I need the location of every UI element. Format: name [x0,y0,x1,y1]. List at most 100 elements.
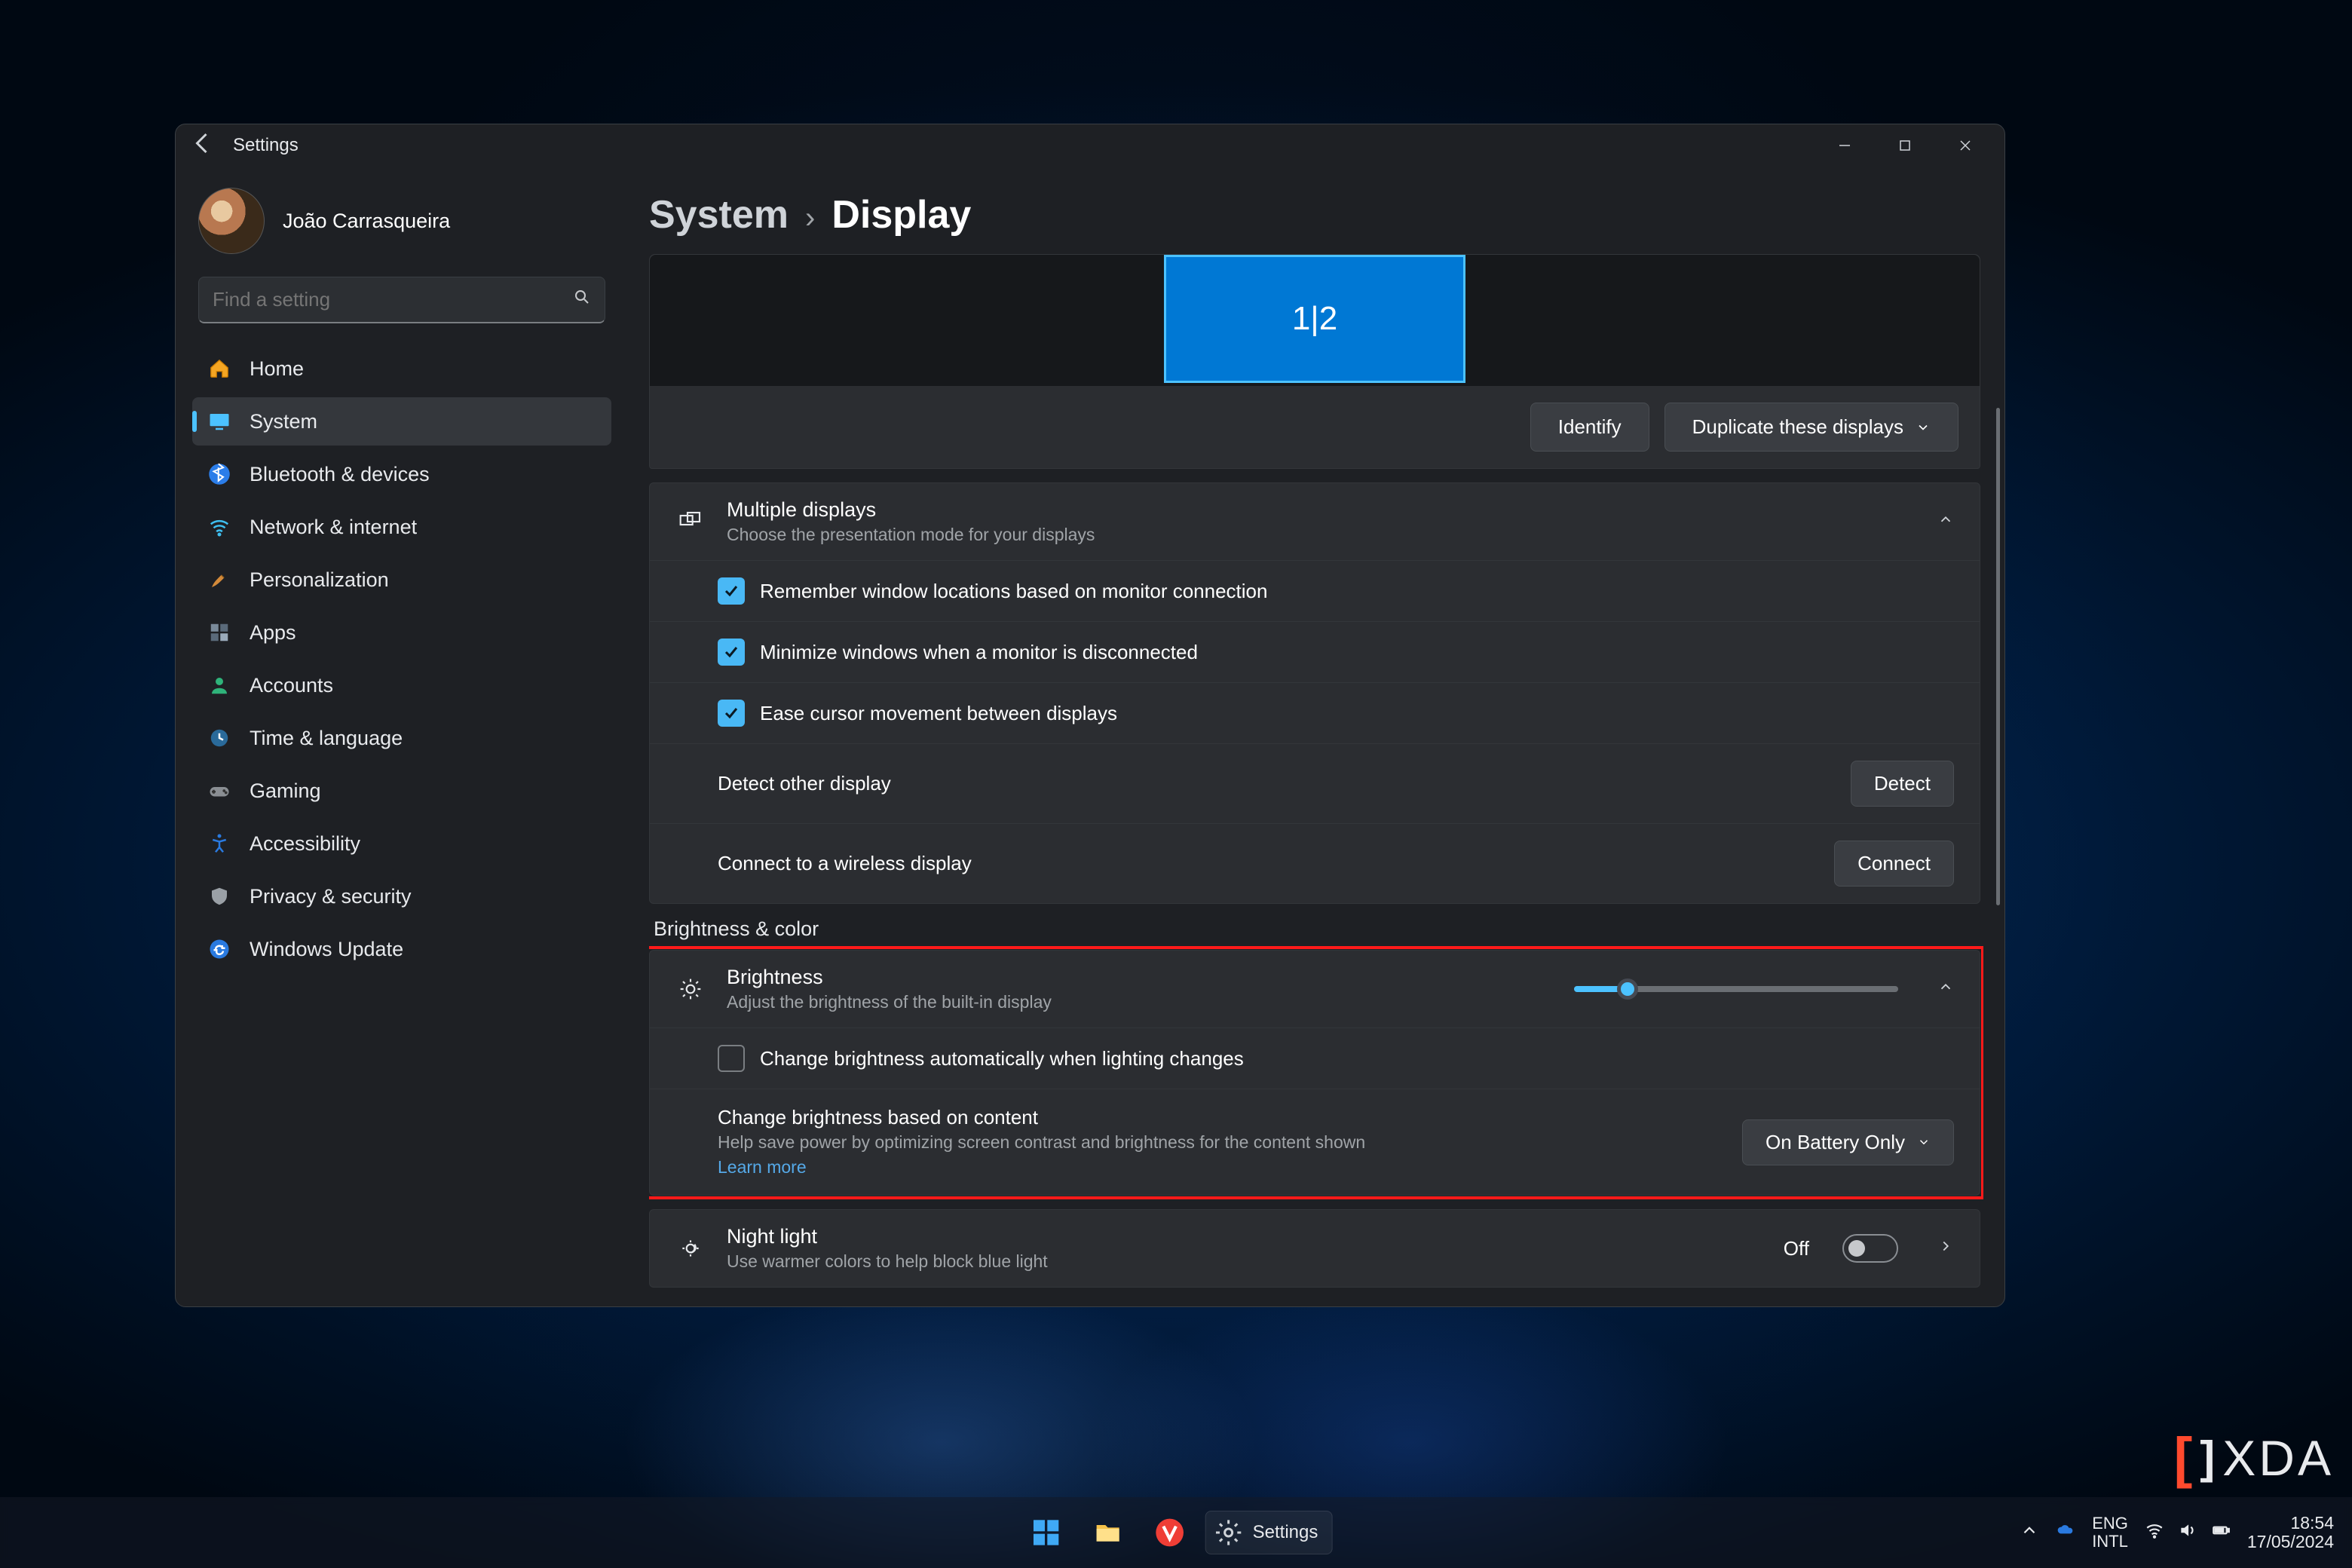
scrollbar-thumb[interactable] [1996,408,2000,905]
monitor-tile[interactable]: 1|2 [1164,255,1465,383]
accessibility-icon [207,831,231,856]
nav-label: Gaming [250,779,321,803]
nav-label: Time & language [250,727,403,750]
nav-bluetooth[interactable]: Bluetooth & devices [192,450,611,498]
multiple-displays-header[interactable]: Multiple displays Choose the presentatio… [650,483,1980,560]
connect-wireless-row: Connect to a wireless display Connect [650,823,1980,903]
brightness-sub: Adjust the brightness of the built-in di… [727,992,1052,1012]
learn-more-link[interactable]: Learn more [718,1157,807,1178]
content-brightness-row: Change brightness based on content Help … [650,1089,1980,1195]
system-icon [207,409,231,433]
night-light-card[interactable]: Night light Use warmer colors to help bl… [649,1209,1980,1288]
connect-button[interactable]: Connect [1834,841,1954,887]
titlebar: Settings [176,124,2004,167]
nav-accounts[interactable]: Accounts [192,661,611,709]
search-input[interactable] [198,277,605,323]
brightness-card: Brightness Adjust the brightness of the … [649,950,1980,1196]
main-panel: System › Display 1|2 Identify [628,167,2004,1306]
nav-gaming[interactable]: Gaming [192,767,611,815]
onedrive-icon[interactable] [2056,1521,2075,1545]
maximize-button[interactable] [1875,124,1935,167]
nav-privacy[interactable]: Privacy & security [192,872,611,920]
opt-ease-row[interactable]: Ease cursor movement between displays [650,682,1980,743]
profile-block[interactable]: João Carrasqueira [198,188,605,254]
opt-label: Minimize windows when a monitor is disco… [760,641,1198,664]
nav-time[interactable]: Time & language [192,714,611,762]
checkbox-checked-icon[interactable] [718,700,745,727]
nav-label: System [250,410,317,433]
avatar [198,188,265,254]
nav-label: Network & internet [250,516,417,539]
multi-monitor-icon [675,510,706,534]
back-button[interactable] [189,130,216,162]
night-light-icon [675,1236,706,1260]
tray-status[interactable] [2145,1521,2231,1545]
checkbox-checked-icon[interactable] [718,639,745,666]
detect-button[interactable]: Detect [1851,761,1954,807]
opt-label: Ease cursor movement between displays [760,702,1117,725]
chevron-down-icon [1916,420,1931,435]
brightness-slider[interactable] [1574,986,1898,992]
vivaldi-icon[interactable] [1144,1506,1196,1559]
display-arrange-card: 1|2 Identify Duplicate these displays [649,254,1980,469]
nav-label: Personalization [250,568,389,592]
brush-icon [207,568,231,592]
search-icon [573,288,591,311]
profile-name: João Carrasqueira [283,210,450,233]
content-brightness-dropdown[interactable]: On Battery Only [1742,1119,1954,1165]
taskbar-settings-chip[interactable]: Settings [1205,1511,1333,1554]
nav-system[interactable]: System [192,397,611,446]
volume-icon [2178,1521,2197,1545]
nav-label: Accounts [250,674,333,697]
search-field[interactable] [213,288,573,311]
taskbar[interactable]: Settings ENG INTL 18:54 17/05/2024 [0,1497,2352,1568]
slider-thumb[interactable] [1617,978,1638,1000]
checkbox-checked-icon[interactable] [718,577,745,605]
taskbar-chip-label: Settings [1253,1522,1318,1543]
explorer-icon[interactable] [1082,1506,1135,1559]
nav-personalization[interactable]: Personalization [192,556,611,604]
start-button[interactable] [1020,1506,1073,1559]
nav-label: Accessibility [250,832,360,856]
brightness-title: Brightness [727,966,1052,989]
language-indicator[interactable]: ENG INTL [2092,1514,2128,1551]
minimize-button[interactable] [1815,124,1875,167]
clock[interactable]: 18:54 17/05/2024 [2247,1514,2334,1552]
close-button[interactable] [1935,124,1995,167]
tray-chevron-up-icon[interactable] [2020,1521,2039,1545]
brightness-header[interactable]: Brightness Adjust the brightness of the … [650,951,1980,1027]
opt-minimize-row[interactable]: Minimize windows when a monitor is disco… [650,621,1980,682]
nav-apps[interactable]: Apps [192,608,611,657]
display-mode-dropdown[interactable]: Duplicate these displays [1664,403,1958,452]
auto-brightness-row[interactable]: Change brightness automatically when lig… [650,1027,1980,1089]
nav-home[interactable]: Home [192,345,611,393]
night-light-toggle[interactable] [1842,1234,1898,1263]
nav-list: Home System Bluetooth & devices Network … [192,345,611,973]
nav-label: Bluetooth & devices [250,463,430,486]
settings-window: Settings João Carrasqueira [175,124,2005,1307]
breadcrumb-parent[interactable]: System [649,192,789,237]
update-icon [207,937,231,961]
nav-label: Apps [250,621,296,645]
sidebar: João Carrasqueira Home System [176,167,628,1306]
nav-update[interactable]: Windows Update [192,925,611,973]
display-canvas[interactable]: 1|2 [650,255,1980,386]
identify-button[interactable]: Identify [1530,403,1649,452]
section-title: Multiple displays [727,498,1095,522]
breadcrumb-current: Display [831,192,971,237]
monitor-label: 1|2 [1292,300,1337,338]
nav-accessibility[interactable]: Accessibility [192,819,611,868]
brightness-color-heading: Brightness & color [654,917,1980,941]
chevron-up-icon [1937,511,1954,533]
home-icon [207,357,231,381]
nav-label: Windows Update [250,938,403,961]
sun-icon [675,977,706,1001]
row-label: Detect other display [718,772,891,795]
checkbox-unchecked-icon[interactable] [718,1045,745,1072]
row-label: Connect to a wireless display [718,852,972,875]
nav-network[interactable]: Network & internet [192,503,611,551]
section-subtitle: Choose the presentation mode for your di… [727,525,1095,545]
apps-icon [207,620,231,645]
multiple-displays-card: Multiple displays Choose the presentatio… [649,482,1980,904]
opt-remember-row[interactable]: Remember window locations based on monit… [650,560,1980,621]
